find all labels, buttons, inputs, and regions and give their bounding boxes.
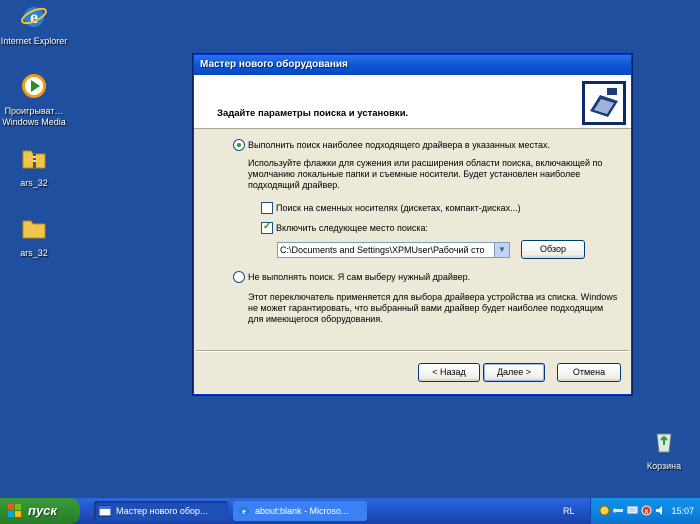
wizard-separator <box>196 350 629 352</box>
clock[interactable]: 15:07 <box>671 498 694 524</box>
display-icon[interactable] <box>627 505 638 516</box>
svg-text:x: x <box>645 509 649 516</box>
ie-icon: e <box>239 506 249 516</box>
search-option-label[interactable]: Выполнить поиск наиболее подходящего дра… <box>248 140 550 150</box>
desktop-icon-windows-media[interactable]: Проигрыват… Windows Media <box>0 72 68 128</box>
usb-icon[interactable] <box>613 505 624 516</box>
include-location-label[interactable]: Включить следующее место поиска: <box>276 223 428 233</box>
zip-folder-icon <box>22 150 46 169</box>
chevron-down-icon[interactable]: ▼ <box>494 243 509 257</box>
next-button[interactable]: Далее > <box>483 363 545 382</box>
desktop-icon-ars32-zip[interactable]: ars_32 <box>0 144 68 189</box>
hardware-wizard-icon <box>582 81 626 125</box>
system-tray: x 15:07 <box>590 498 700 524</box>
desktop-icon-label: Корзина <box>646 461 682 471</box>
desktop-icon-recycle-bin[interactable]: Корзина <box>630 427 698 472</box>
start-label: пуск <box>28 503 57 518</box>
removable-media-label[interactable]: Поиск на сменных носителях (дискетах, ко… <box>276 203 521 213</box>
taskbar-item-wizard[interactable]: Мастер нового обор... <box>94 501 228 521</box>
desktop-icon-label: ars_32 <box>20 248 48 258</box>
search-path-value: C:\Documents and Settings\XPMUser\Рабочи… <box>280 245 485 255</box>
removable-media-checkbox[interactable] <box>261 202 273 214</box>
cancel-button[interactable]: Отмена <box>557 363 621 382</box>
folder-icon <box>22 220 46 239</box>
taskbar: пуск Мастер нового обор... e about:blank… <box>0 498 700 524</box>
security-icon[interactable]: x <box>641 505 652 516</box>
taskbar-item-label: about:blank - Microso... <box>255 506 349 516</box>
start-button[interactable]: пуск <box>0 498 80 524</box>
volume-icon[interactable] <box>655 505 666 516</box>
search-option-radio[interactable] <box>233 139 245 151</box>
language-indicator[interactable]: RL <box>563 498 575 524</box>
wizard-header: Задайте параметры поиска и установки. <box>194 75 631 129</box>
desktop-icon-label: ars_32 <box>20 178 48 188</box>
recycle-bin-icon <box>656 433 672 453</box>
window-icon <box>99 505 111 517</box>
svg-text:e: e <box>242 507 246 516</box>
desktop-icon-label: Проигрыват… Windows Media <box>2 106 66 127</box>
search-option-description: Используйте флажки для сужения или расши… <box>248 158 603 190</box>
window-title: Мастер нового оборудования <box>200 59 348 70</box>
wizard-header-title: Задайте параметры поиска и установки. <box>217 108 409 119</box>
no-search-option-radio[interactable] <box>233 271 245 283</box>
media-player-icon <box>22 74 46 98</box>
no-search-option-description: Этот переключатель применяется для выбор… <box>248 292 618 324</box>
ie-icon: e <box>21 7 47 27</box>
desktop-icon-ars32-folder[interactable]: ars_32 <box>0 214 68 259</box>
search-path-combobox[interactable]: C:\Documents and Settings\XPMUser\Рабочи… <box>277 242 510 258</box>
windows-logo-icon <box>8 504 21 517</box>
include-location-checkbox[interactable] <box>261 221 273 234</box>
back-button[interactable]: < Назад <box>418 363 480 382</box>
network-icon[interactable] <box>599 505 610 516</box>
taskbar-item-label: Мастер нового обор... <box>116 506 208 516</box>
window-titlebar[interactable]: Мастер нового оборудования <box>194 55 631 75</box>
no-search-option-label[interactable]: Не выполнять поиск. Я сам выберу нужный … <box>248 272 470 282</box>
desktop-icon-internet-explorer[interactable]: e Internet Explorer <box>0 2 68 47</box>
browse-button[interactable]: Обзор <box>521 240 585 259</box>
desktop-icon-label: Internet Explorer <box>0 36 68 46</box>
taskbar-item-browser[interactable]: e about:blank - Microso... <box>233 501 367 521</box>
